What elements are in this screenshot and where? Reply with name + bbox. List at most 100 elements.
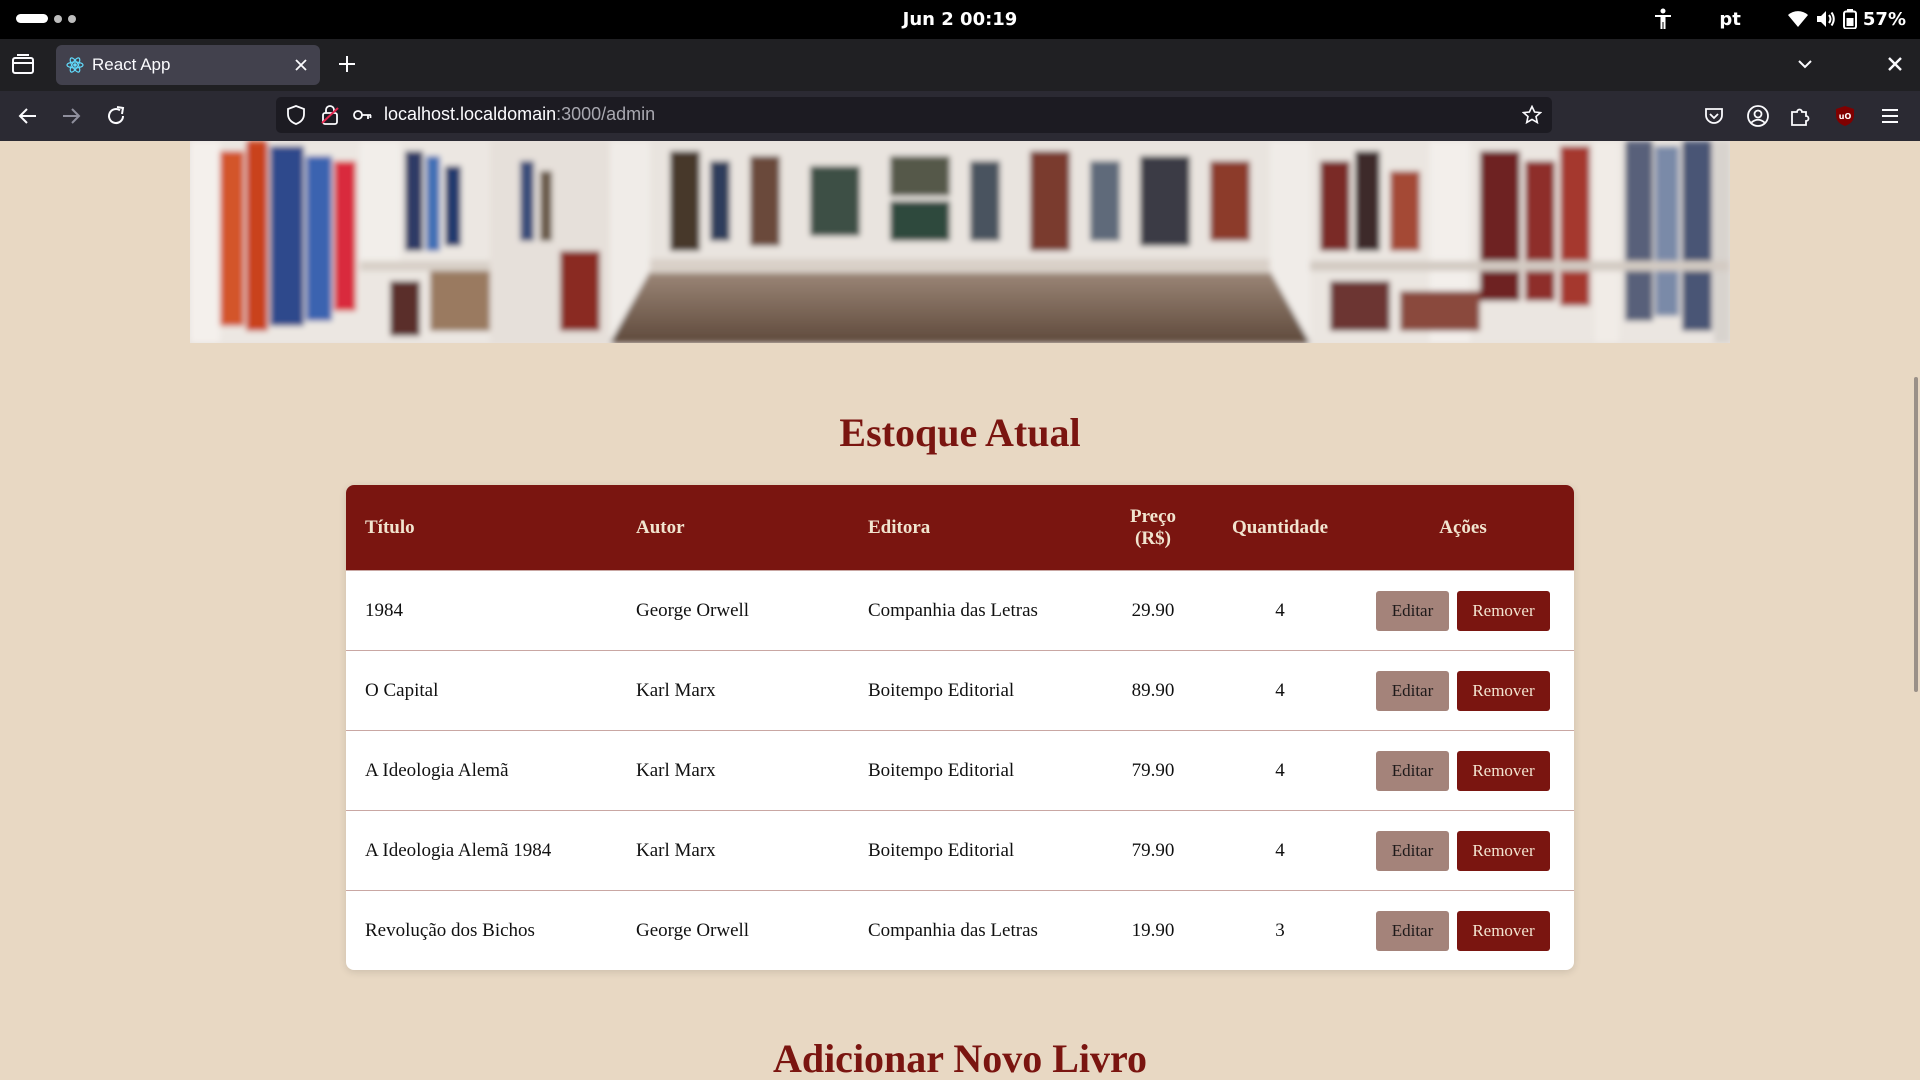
firefox-view-icon[interactable] xyxy=(10,53,36,77)
close-tab-icon[interactable] xyxy=(292,56,310,74)
book-title-cell: A Ideologia Alemã xyxy=(365,759,509,781)
book-quantity-cell: 4 xyxy=(1275,599,1285,621)
table-row: A Ideologia Alemã Karl Marx Boitempo Edi… xyxy=(346,730,1574,810)
book-author-cell: Karl Marx xyxy=(636,759,716,781)
row-actions: Editar Remover xyxy=(1352,670,1574,711)
workspace-indicator xyxy=(54,14,62,23)
book-price-cell: 19.90 xyxy=(1131,919,1175,941)
table-row: A Ideologia Alemã 1984 Karl Marx Boitemp… xyxy=(346,810,1574,890)
column-header-author: Autor xyxy=(636,516,685,538)
book-quantity-cell: 4 xyxy=(1275,679,1285,701)
remove-button[interactable]: Remover xyxy=(1457,750,1550,791)
add-book-section-title: Adicionar Novo Livro xyxy=(772,1036,1148,1080)
table-row: O Capital Karl Marx Boitempo Editorial 8… xyxy=(346,650,1574,730)
window-close-icon[interactable] xyxy=(1884,53,1906,75)
activities-indicator[interactable] xyxy=(16,14,76,23)
edit-button[interactable]: Editar xyxy=(1376,830,1449,871)
browser-navigation-bar: localhost.localdomain:3000/admin uO xyxy=(0,91,1920,141)
column-header-publisher: Editora xyxy=(868,516,931,538)
system-tray[interactable]: pt 57% xyxy=(1653,8,1906,30)
new-tab-plus-icon[interactable] xyxy=(336,53,358,75)
table-header-row: Título Autor Editora Preço (R$) Quantida… xyxy=(346,485,1574,570)
book-publisher-cell: Companhia das Letras xyxy=(868,599,1038,621)
column-header-title: Título xyxy=(365,516,415,538)
accessibility-icon[interactable] xyxy=(1653,8,1673,30)
book-title-cell: O Capital xyxy=(365,679,439,701)
remove-button[interactable]: Remover xyxy=(1457,830,1550,871)
column-header-quantity: Quantidade xyxy=(1231,516,1329,538)
svg-text:uO: uO xyxy=(1839,112,1852,121)
hamburger-menu-icon[interactable] xyxy=(1878,104,1902,128)
column-header-price: Preço (R$) xyxy=(1098,506,1208,550)
table-row: 1984 George Orwell Companhia das Letras … xyxy=(346,570,1574,650)
battery-percentage: 57% xyxy=(1862,8,1906,30)
book-quantity-cell: 3 xyxy=(1275,919,1285,941)
book-quantity-cell: 4 xyxy=(1275,839,1285,861)
remove-button[interactable]: Remover xyxy=(1457,670,1550,711)
stock-section-title: Estoque Atual xyxy=(839,410,1081,455)
battery-icon xyxy=(1842,8,1857,30)
column-header-price-line1: Preço xyxy=(1129,505,1177,527)
ublock-origin-icon[interactable]: uO xyxy=(1833,104,1857,128)
react-logo-icon xyxy=(66,56,84,74)
row-actions: Editar Remover xyxy=(1352,830,1574,871)
forward-arrow-icon[interactable] xyxy=(59,104,83,128)
volume-icon xyxy=(1815,8,1837,30)
book-publisher-cell: Boitempo Editorial xyxy=(868,839,1015,861)
row-actions: Editar Remover xyxy=(1352,750,1574,791)
address-bar[interactable]: localhost.localdomain:3000/admin xyxy=(276,97,1552,133)
library-bookshelf-banner xyxy=(190,141,1730,343)
remove-button[interactable]: Remover xyxy=(1457,590,1550,631)
wifi-icon xyxy=(1787,8,1809,30)
column-header-price-line2: (R$) xyxy=(1135,527,1171,549)
book-publisher-cell: Companhia das Letras xyxy=(868,919,1038,941)
status-menu[interactable]: 57% xyxy=(1787,8,1906,30)
book-title-cell: 1984 xyxy=(365,599,403,621)
keyboard-layout-indicator[interactable]: pt xyxy=(1719,9,1741,30)
page-content: Estoque Atual Título Autor Editora Preço… xyxy=(0,141,1920,1080)
column-header-actions: Ações xyxy=(1439,516,1487,538)
edit-button[interactable]: Editar xyxy=(1376,750,1449,791)
book-publisher-cell: Boitempo Editorial xyxy=(868,679,1015,701)
stock-table: Título Autor Editora Preço (R$) Quantida… xyxy=(346,485,1574,970)
remove-button[interactable]: Remover xyxy=(1457,910,1550,951)
account-icon[interactable] xyxy=(1746,104,1770,128)
clock[interactable]: Jun 2 00:19 xyxy=(903,9,1018,30)
shield-icon[interactable] xyxy=(286,105,306,125)
book-price-cell: 29.90 xyxy=(1131,599,1175,621)
back-arrow-icon[interactable] xyxy=(16,104,40,128)
url-path: :3000/admin xyxy=(556,104,656,124)
book-title-cell: A Ideologia Alemã 1984 xyxy=(365,839,552,861)
browser-tab-strip: React App xyxy=(0,39,1920,91)
page-scrollbar-thumb[interactable] xyxy=(1914,377,1918,692)
workspace-active-indicator xyxy=(16,14,48,23)
extensions-puzzle-icon[interactable] xyxy=(1788,104,1812,128)
book-price-cell: 89.90 xyxy=(1131,679,1175,701)
chevron-down-icon[interactable] xyxy=(1794,53,1816,75)
book-price-cell: 79.90 xyxy=(1131,839,1175,861)
book-title-cell: Revolução dos Bichos xyxy=(365,919,535,941)
reload-icon[interactable] xyxy=(104,104,128,128)
book-price-cell: 79.90 xyxy=(1131,759,1175,781)
browser-tab-active[interactable]: React App xyxy=(56,45,320,85)
edit-button[interactable]: Editar xyxy=(1376,590,1449,631)
url-text[interactable]: localhost.localdomain:3000/admin xyxy=(384,104,655,125)
pocket-icon[interactable] xyxy=(1702,104,1726,128)
key-icon[interactable] xyxy=(352,105,372,125)
edit-button[interactable]: Editar xyxy=(1376,910,1449,951)
row-actions: Editar Remover xyxy=(1352,590,1574,631)
book-author-cell: Karl Marx xyxy=(636,839,716,861)
row-actions: Editar Remover xyxy=(1352,910,1574,951)
insecure-lock-icon[interactable] xyxy=(320,105,340,125)
book-author-cell: George Orwell xyxy=(636,919,750,941)
book-author-cell: Karl Marx xyxy=(636,679,716,701)
book-quantity-cell: 4 xyxy=(1275,759,1285,781)
workspace-indicator xyxy=(68,14,76,23)
url-host: localhost.localdomain xyxy=(384,104,557,124)
table-row: Revolução dos Bichos George Orwell Compa… xyxy=(346,890,1574,970)
book-publisher-cell: Boitempo Editorial xyxy=(868,759,1015,781)
tab-title: React App xyxy=(92,55,171,74)
system-top-bar: Jun 2 00:19 pt 57% xyxy=(0,0,1920,39)
bookmark-star-icon[interactable] xyxy=(1521,104,1543,125)
edit-button[interactable]: Editar xyxy=(1376,670,1449,711)
